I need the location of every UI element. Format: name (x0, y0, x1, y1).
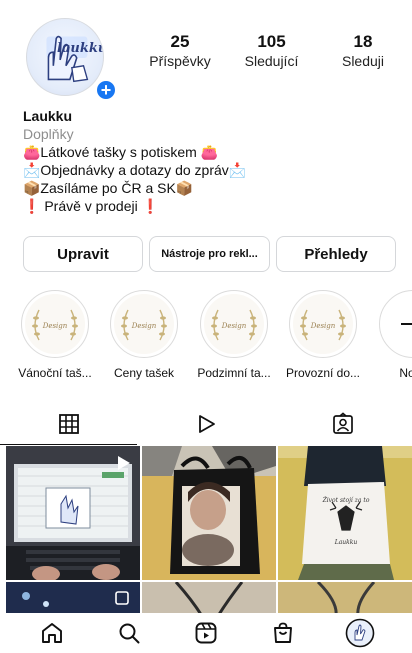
shop-icon (273, 622, 292, 643)
tagged-user-icon (333, 412, 354, 434)
highlight-item[interactable]: Design Vánoční taš... (10, 290, 100, 380)
profile-tabs (0, 404, 412, 445)
highlight-circle: Design (21, 290, 89, 358)
bio-line-1: 👛Látkové tašky s potiskem 👛 (23, 144, 219, 160)
post-image (142, 446, 276, 580)
tote-caption: Život stojí za to (322, 496, 370, 504)
highlight-item[interactable]: Design Podzimní ta... (189, 290, 279, 380)
stat-followers-label: Sledující (244, 53, 299, 69)
post-thumbnail[interactable] (6, 446, 140, 580)
profile-stats: 25 Příspěvky 105 Sledující 18 Sleduji (145, 32, 398, 69)
post-image (278, 582, 412, 616)
highlight-badge-text: Design (42, 322, 68, 330)
highlight-item[interactable]: Design Ceny tašek (99, 290, 189, 380)
post-thumbnail[interactable] (278, 582, 412, 616)
stat-following[interactable]: 18 Sleduji (328, 32, 398, 69)
bio-line-2: 📩Objednávky a dotazy do zpráv📩 (23, 162, 247, 178)
post-image (6, 582, 140, 616)
profile-avatar-wrap[interactable]: laukku + (16, 18, 118, 102)
search-icon (119, 623, 140, 644)
nav-shop[interactable] (263, 616, 303, 650)
bio-line-4: ❗ Právě v prodeji ❗ (23, 198, 160, 214)
posts-grid: Život stojí za to Laukku (6, 446, 412, 616)
plus-icon (401, 312, 412, 336)
ad-tools-button[interactable]: Nástroje pro rekl... (149, 236, 270, 272)
tab-posts[interactable] (0, 404, 138, 445)
laurel-wreath-icon: Design (121, 309, 167, 341)
profile-icon (345, 618, 374, 648)
highlight-label: Provozní do... (285, 366, 361, 380)
highlight-badge-text: Design (221, 322, 247, 330)
profile-bio: Laukku Doplňky 👛Látkové tašky s potiskem… (23, 107, 393, 215)
reel-play-icon (118, 456, 130, 470)
bio-line-3: 📦Zasíláme po ČR a SK📦 (23, 180, 194, 196)
highlight-badge-text: Design (310, 322, 336, 330)
tab-tagged[interactable] (275, 404, 412, 444)
post-image (142, 582, 276, 616)
highlight-circle: Design (110, 290, 178, 358)
highlight-item[interactable]: Design Provozní do... (278, 290, 368, 380)
laurel-wreath-icon: Design (32, 309, 78, 341)
post-thumbnail[interactable] (142, 582, 276, 616)
post-thumbnail[interactable]: Život stojí za to Laukku (278, 446, 412, 580)
hand-logo-icon (46, 35, 89, 83)
story-highlights: Design Vánoční taš... Design Ceny tašek (0, 290, 412, 390)
profile-category: Doplňky (23, 126, 74, 142)
profile-actions: Upravit Nástroje pro rekl... Přehledy (23, 236, 412, 272)
add-story-button[interactable]: + (94, 78, 118, 102)
highlight-label: Podzimní ta... (197, 366, 271, 380)
nav-reels[interactable] (186, 616, 226, 650)
profile-username: Laukku (23, 108, 73, 124)
laurel-wreath-icon: Design (211, 309, 257, 341)
post-thumbnail[interactable] (142, 446, 276, 580)
highlight-label: Nový (399, 366, 412, 380)
nav-profile[interactable] (340, 616, 380, 650)
reels-icon (195, 622, 217, 644)
tote-subcaption: Laukku (334, 539, 358, 546)
highlight-new[interactable]: Nový (368, 290, 412, 380)
stat-followers-count: 105 (257, 32, 286, 51)
edit-profile-button[interactable]: Upravit (23, 236, 143, 272)
post-thumbnail[interactable] (6, 582, 140, 616)
laurel-wreath-icon: Design (300, 309, 346, 341)
grid-icon (58, 414, 79, 434)
tab-reels[interactable] (137, 404, 274, 444)
stat-posts-label: Příspěvky (149, 53, 211, 69)
insights-button[interactable]: Přehledy (276, 236, 396, 272)
home-icon (42, 623, 63, 643)
highlight-badge-text: Design (131, 322, 157, 330)
avatar-logo-text: laukku (57, 41, 104, 56)
stat-posts-count: 25 (170, 32, 190, 51)
nav-search[interactable] (109, 616, 149, 650)
stat-following-count: 18 (353, 32, 373, 51)
highlight-circle (379, 290, 412, 358)
highlight-label: Ceny tašek (113, 366, 175, 380)
plus-icon: + (100, 80, 112, 100)
nav-home[interactable] (32, 616, 72, 650)
bottom-navigation (0, 613, 412, 653)
stat-following-label: Sleduji (341, 53, 385, 69)
stat-followers[interactable]: 105 Sledující (237, 32, 307, 69)
play-icon (199, 415, 215, 433)
highlight-circle: Design (200, 290, 268, 358)
highlight-label: Vánoční taš... (18, 366, 92, 380)
post-image: Život stojí za to Laukku (278, 446, 412, 580)
avatar[interactable]: laukku (26, 18, 104, 96)
stat-posts[interactable]: 25 Příspěvky (145, 32, 215, 69)
highlight-circle: Design (289, 290, 357, 358)
